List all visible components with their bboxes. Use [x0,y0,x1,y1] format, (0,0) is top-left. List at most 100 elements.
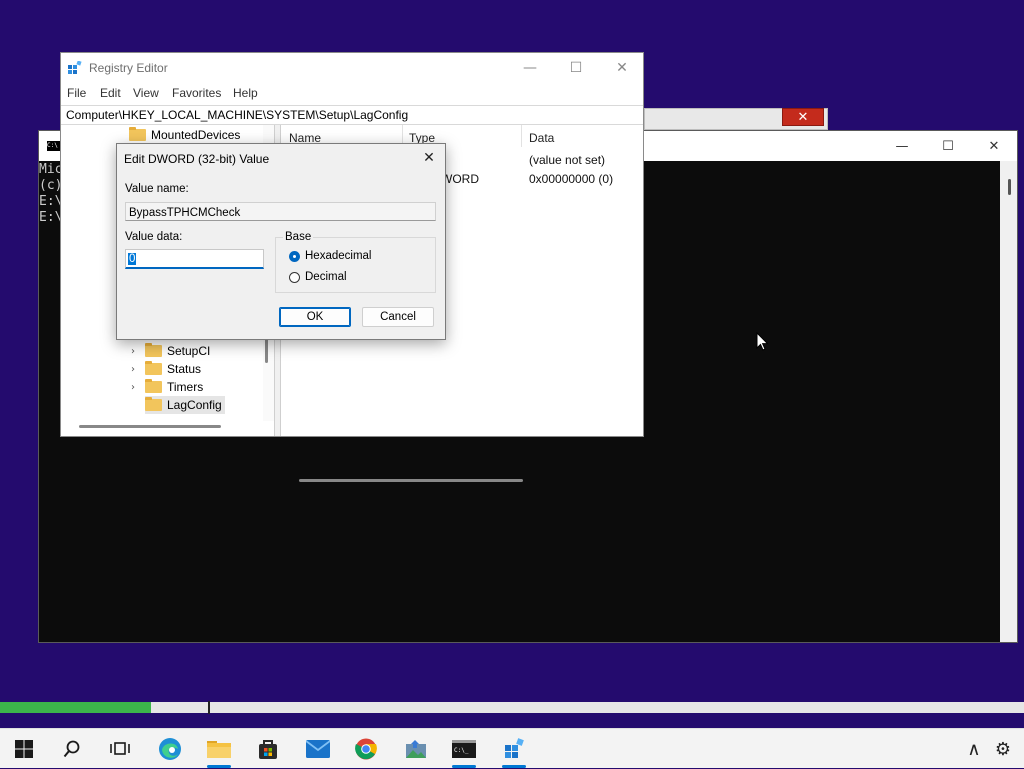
regedit-title: Registry Editor [89,61,168,75]
tree-item-label: Status [167,362,202,376]
base-groupbox [275,237,436,293]
value-data-label: Value data: [125,231,183,243]
console-text[interactable]: Mic (c) E:\ E:\ [39,162,62,226]
dialog-close-button[interactable]: ✕ [413,144,445,172]
folder-icon [129,127,146,141]
value-name-text: BypassTPHCMCheck [129,207,241,219]
menu-help[interactable]: Help [233,86,258,100]
tree-item-label: SetupCI [167,344,211,358]
edge-button[interactable] [150,729,190,769]
edge-icon [159,738,181,760]
tree-item-mounteddevices[interactable]: MountedDevices [129,126,240,144]
tree-horizontal-scroll-thumb[interactable] [79,425,221,428]
value-data-cell[interactable]: 0x00000000 (0) [529,172,613,186]
close-icon: ✕ [423,150,435,166]
ok-button[interactable]: OK [279,307,351,327]
progress-bar-track [0,702,1024,713]
background-window-close-button[interactable]: ✕ [782,108,824,126]
registry-editor-icon [68,61,82,74]
console-line: E:\ [39,194,63,209]
folder-icon [145,343,162,357]
tree-item-status[interactable]: › Status [131,360,201,378]
search-button[interactable] [52,729,92,769]
console-close-button[interactable]: ✕ [971,131,1017,161]
address-bar[interactable]: Computer\HKEY_LOCAL_MACHINE\SYSTEM\Setup… [61,105,643,125]
start-icon [15,740,33,758]
tree-item-label: MountedDevices [151,128,241,142]
value-data-input[interactable]: 0 [125,249,264,269]
regedit-close-button[interactable]: ✕ [599,53,645,83]
value-data-cell[interactable]: (value not set) [529,153,605,167]
edit-dword-dialog[interactable]: Edit DWORD (32-bit) Value ✕ Value name: … [116,143,446,340]
start-button[interactable] [4,729,44,769]
taskbar: C:\_ ∧ ⚙ [0,728,1024,768]
list-horizontal-scroll-thumb[interactable] [299,479,523,482]
console-line: E:\ [39,210,63,225]
tree-item-lagconfig[interactable]: LagConfig [145,396,225,414]
regedit-menubar: File Edit View Favorites Help [61,83,643,103]
store-icon [259,740,277,759]
menu-view[interactable]: View [133,86,159,100]
value-name-label: Value name: [125,183,189,195]
show-hidden-icons-button[interactable]: ∧ [962,729,986,769]
progress-marker [208,701,210,714]
image-app-button[interactable] [396,729,436,769]
chevron-right-icon[interactable]: › [131,364,141,375]
progress-bar-fill [0,702,151,713]
menu-favorites[interactable]: Favorites [172,86,221,100]
column-separator[interactable] [521,125,522,147]
file-explorer-button[interactable] [199,729,239,769]
address-path: Computer\HKEY_LOCAL_MACHINE\SYSTEM\Setup… [66,108,409,122]
regedit-minimize-button[interactable]: — [507,53,553,83]
base-label: Base [283,231,314,243]
console-maximize-button[interactable]: ☐ [925,131,971,161]
console-scroll-thumb[interactable] [1008,179,1011,195]
radio-unselected-icon [289,271,300,283]
console-minimize-button[interactable]: — [879,131,925,161]
mail-icon [306,740,330,758]
image-app-icon [406,740,426,758]
chevron-right-icon[interactable]: › [131,346,141,357]
cancel-button[interactable]: Cancel [362,307,434,327]
regedit-maximize-button[interactable]: ☐ [553,53,599,83]
chrome-button[interactable] [346,729,386,769]
store-button[interactable] [248,729,288,769]
value-data-text: 0 [128,253,137,265]
folder-icon [145,379,162,393]
task-view-icon [110,742,130,755]
cmd-icon: C:\ [47,141,61,151]
tree-item-label: LagConfig [167,398,222,412]
svg-text:C:\_: C:\_ [454,747,469,754]
terminal-icon: C:\_ [452,740,476,758]
folder-icon [145,361,162,375]
decimal-radio[interactable]: Decimal [289,271,347,283]
decimal-label: Decimal [305,271,347,283]
menu-file[interactable]: File [67,86,86,100]
regedit-titlebar[interactable]: Registry Editor — ☐ ✕ [61,53,643,83]
console-line: (c) [39,178,63,193]
column-header-data[interactable]: Data [529,131,554,145]
chrome-icon [355,738,377,760]
console-line: Mic [39,162,63,177]
tree-item-label: Timers [167,380,204,394]
file-explorer-icon [207,741,231,758]
folder-icon [145,397,162,411]
registry-editor-taskbar-button[interactable] [494,729,534,769]
console-scrollbar[interactable] [1000,161,1017,642]
settings-gear-icon[interactable]: ⚙ [990,729,1016,769]
value-type-cell[interactable]: WORD [441,172,479,186]
mouse-cursor-icon [756,332,769,351]
tree-item-timers[interactable]: › Timers [131,378,203,396]
task-view-button[interactable] [100,729,140,769]
registry-editor-icon [505,738,524,758]
hexadecimal-radio[interactable]: Hexadecimal [289,250,371,262]
search-icon [63,740,80,758]
menu-edit[interactable]: Edit [100,86,121,100]
radio-selected-icon [289,250,300,262]
terminal-button[interactable]: C:\_ [444,729,484,769]
value-name-field[interactable]: BypassTPHCMCheck [125,202,436,221]
mail-button[interactable] [298,729,338,769]
hexadecimal-label: Hexadecimal [305,250,372,262]
chevron-right-icon[interactable]: › [131,382,141,393]
tree-item-setupci[interactable]: › SetupCI [131,342,210,360]
